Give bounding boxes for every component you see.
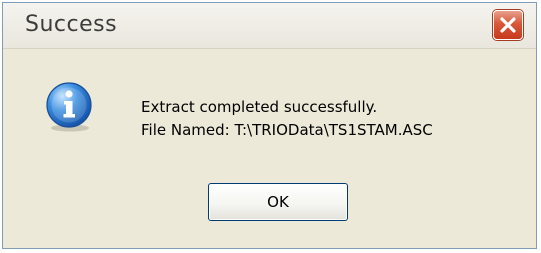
information-icon <box>46 82 92 132</box>
close-button[interactable] <box>493 10 523 40</box>
message-line-2: File Named: T:\TRIOData\TS1STAM.ASC <box>141 121 433 139</box>
message-text: Extract completed successfully. File Nam… <box>141 96 433 142</box>
dialog-title: Success <box>25 12 118 37</box>
title-bar[interactable]: Success <box>3 3 536 49</box>
close-icon <box>500 17 516 33</box>
ok-button[interactable]: OK <box>208 183 348 221</box>
message-line-1: Extract completed successfully. <box>141 98 378 116</box>
success-dialog: Success Extract completed successfully. … <box>2 2 537 249</box>
dialog-body: Extract completed successfully. File Nam… <box>3 49 536 248</box>
